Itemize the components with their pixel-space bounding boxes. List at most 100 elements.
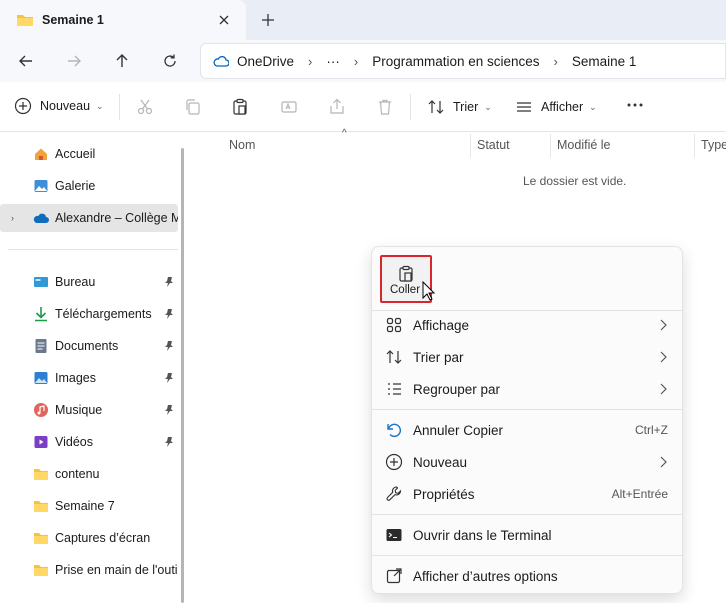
view-button-label: Afficher [541, 100, 584, 114]
plus-circle-icon [385, 453, 403, 471]
paste-button-label: Coller [390, 284, 421, 296]
column-divider[interactable] [694, 134, 695, 158]
menu-item-group-by[interactable]: Regrouper par [376, 374, 680, 404]
download-icon [35, 307, 47, 322]
sidebar-item-prise-en-main[interactable]: Prise en main de l'outil [0, 556, 178, 584]
sidebar-scrollbar[interactable] [181, 148, 184, 603]
tab-semaine-1[interactable]: Semaine 1 [0, 0, 246, 40]
onedrive-cloud-icon [213, 55, 229, 67]
sidebar-item-videos[interactable]: Vidéos [0, 428, 178, 456]
view-button[interactable]: Afficher ⌄ [515, 98, 597, 116]
pin-icon[interactable] [163, 436, 175, 448]
column-header-status[interactable]: Statut [477, 138, 510, 152]
delete-icon[interactable] [376, 98, 394, 116]
sidebar-item-documents[interactable]: Documents [0, 332, 178, 360]
pin-icon[interactable] [163, 308, 175, 320]
sidebar-item-label: Musique [55, 403, 103, 417]
menu-item-sort-by[interactable]: Trier par [376, 342, 680, 372]
pin-icon[interactable] [163, 372, 175, 384]
navigation-pane: Accueil Galerie › Alexandre – Collège Mo… [0, 132, 180, 603]
new-tab-icon[interactable] [260, 12, 276, 28]
breadcrumb-programmation[interactable]: Programmation en sciences [372, 54, 539, 69]
folder-icon [34, 469, 48, 480]
paste-icon[interactable] [231, 98, 249, 116]
arrow-right-icon [68, 55, 81, 67]
back-button[interactable] [15, 50, 37, 72]
new-button[interactable]: Nouveau ⌄ [14, 97, 104, 115]
column-header-name[interactable]: Nom [229, 138, 255, 152]
menu-separator [372, 514, 682, 515]
sort-icon [428, 100, 444, 114]
menu-item-undo-copy[interactable]: Annuler Copier Ctrl+Z [376, 415, 680, 445]
menu-item-view[interactable]: Affichage [376, 310, 680, 340]
menu-item-label: Nouveau [413, 454, 468, 470]
column-divider[interactable] [550, 134, 551, 158]
chevron-right-icon [660, 456, 667, 468]
cut-icon[interactable] [136, 98, 154, 116]
arrow-left-icon [19, 55, 32, 67]
copy-icon[interactable] [184, 98, 202, 116]
more-options-button[interactable] [626, 96, 644, 114]
folder-icon [17, 15, 33, 26]
pin-icon[interactable] [163, 340, 175, 352]
breadcrumb-more[interactable]: ··· [326, 54, 340, 69]
menu-item-more-options[interactable]: Afficher d’autres options [376, 561, 680, 591]
toolbar-divider [410, 94, 411, 120]
sort-button-label: Trier [453, 100, 479, 114]
sort-button[interactable]: Trier ⌄ [427, 98, 492, 116]
sidebar-item-label: Documents [55, 339, 119, 353]
pin-icon[interactable] [163, 276, 175, 288]
address-bar[interactable]: OneDrive › ··· › Programmation en scienc… [200, 43, 726, 79]
close-icon[interactable] [216, 12, 232, 28]
sidebar-item-semaine-7[interactable]: Semaine 7 [0, 492, 178, 520]
tab-bar: Semaine 1 [0, 0, 726, 40]
sort-ascending-icon: ^ [342, 128, 347, 139]
chevron-right-icon [660, 319, 667, 331]
sidebar-item-telechargements[interactable]: Téléchargements [0, 300, 178, 328]
sidebar-item-images[interactable]: Images [0, 364, 178, 392]
breadcrumb-semaine-1[interactable]: Semaine 1 [572, 54, 637, 69]
menu-separator [372, 555, 682, 556]
sidebar-item-label: Téléchargements [55, 307, 152, 321]
sidebar-item-contenu[interactable]: contenu [0, 460, 178, 488]
rename-icon[interactable] [280, 98, 298, 116]
sidebar-item-label: Alexandre – Collège Mo [55, 211, 178, 225]
column-divider[interactable] [470, 134, 471, 158]
grid-view-icon [386, 317, 402, 333]
menu-item-new[interactable]: Nouveau [376, 447, 680, 477]
chevron-down-icon: ⌄ [96, 100, 104, 111]
videos-icon [34, 436, 48, 448]
up-button[interactable] [111, 50, 133, 72]
menu-item-open-terminal[interactable]: Ouvrir dans le Terminal [376, 520, 680, 550]
sidebar-item-label: Accueil [55, 147, 96, 161]
breadcrumb-onedrive[interactable]: OneDrive [237, 54, 294, 69]
context-menu: Coller Affichage Trier par Regrouper par… [371, 246, 683, 594]
chevron-down-icon: ⌄ [589, 101, 597, 112]
sidebar-item-bureau[interactable]: Bureau [0, 268, 178, 296]
forward-button[interactable] [63, 50, 85, 72]
sidebar-item-accueil[interactable]: Accueil [0, 140, 178, 168]
refresh-button[interactable] [159, 50, 181, 72]
new-button-label: Nouveau [40, 99, 91, 113]
open-external-icon [386, 568, 402, 584]
sidebar-item-musique[interactable]: Musique [0, 396, 178, 424]
pin-icon[interactable] [163, 404, 175, 416]
sidebar-item-galerie[interactable]: Galerie [0, 172, 178, 200]
column-header-type[interactable]: Type [701, 138, 726, 152]
chevron-right-icon: › [353, 53, 359, 69]
sidebar-divider [8, 249, 178, 250]
view-list-icon [517, 102, 531, 112]
menu-item-label: Annuler Copier [413, 422, 504, 438]
menu-item-properties[interactable]: Propriétés Alt+Entrée [376, 479, 680, 509]
column-header-modified[interactable]: Modifié le [557, 138, 611, 152]
sidebar-item-captures[interactable]: Captures d’écran [0, 524, 178, 552]
sidebar-item-label: Bureau [55, 275, 96, 289]
sidebar-item-onedrive[interactable]: › Alexandre – Collège Mo [0, 204, 178, 232]
plus-circle-icon [14, 97, 32, 115]
music-icon [34, 403, 48, 417]
desktop-icon [34, 277, 48, 287]
chevron-right-icon[interactable]: › [11, 213, 14, 223]
folder-icon [34, 533, 48, 544]
gallery-icon [34, 180, 48, 192]
share-icon[interactable] [328, 98, 346, 116]
